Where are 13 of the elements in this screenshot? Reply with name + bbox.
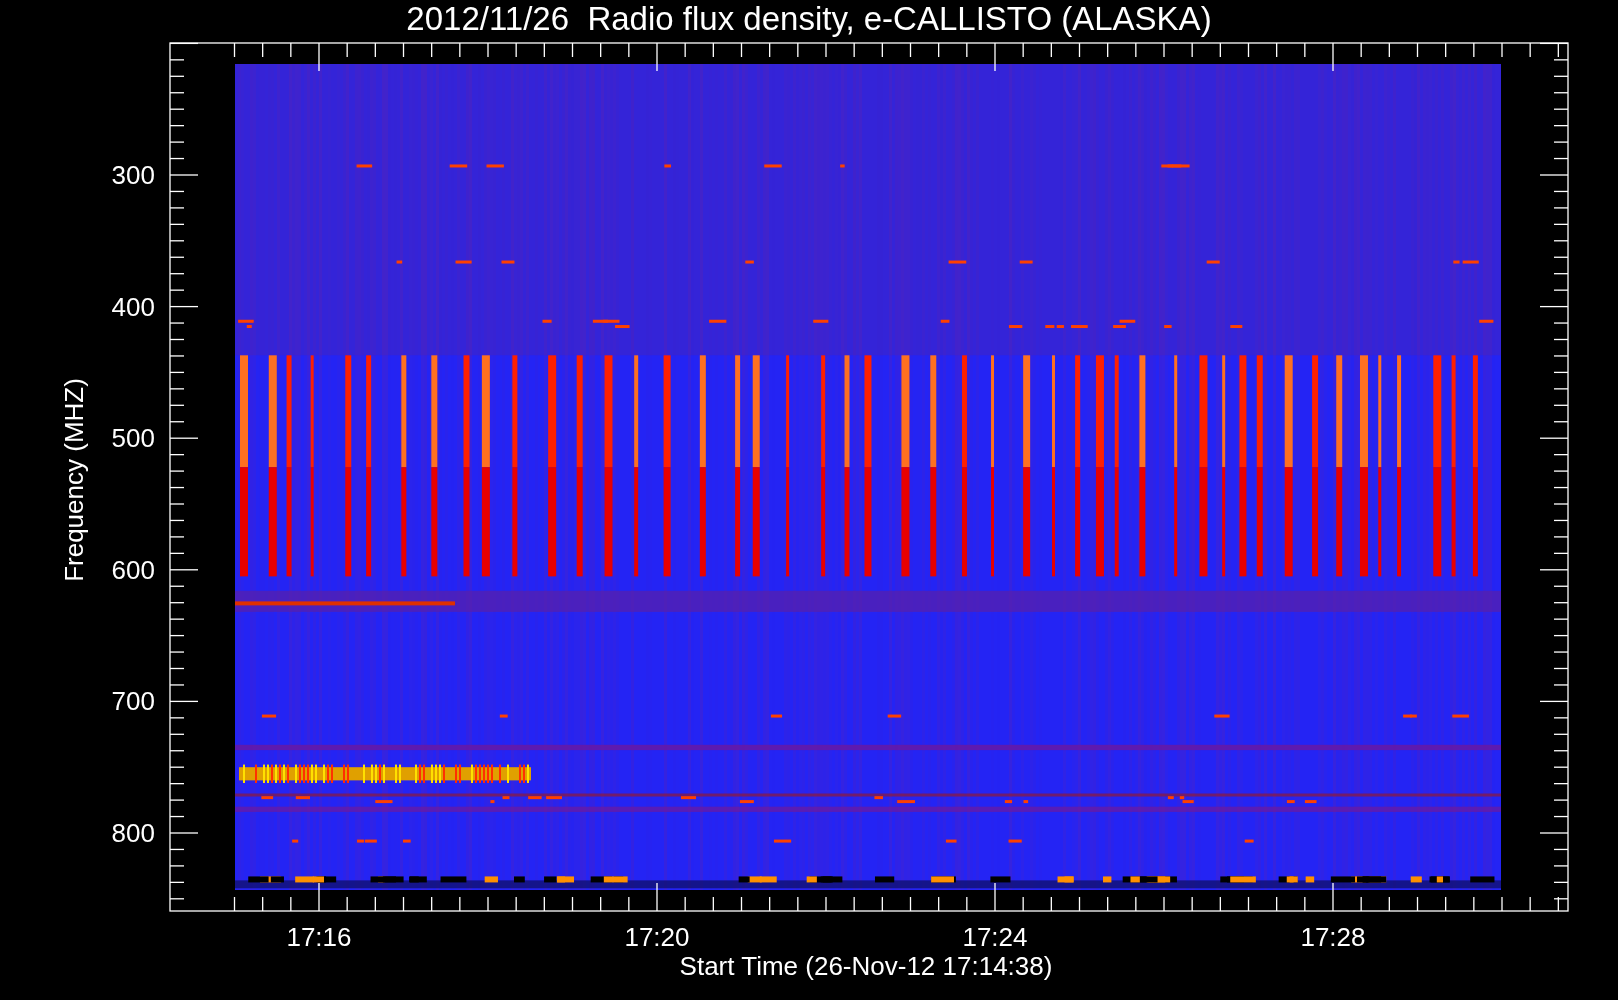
y-tick-label: 300	[111, 160, 155, 190]
y-tick-label: 600	[111, 554, 155, 585]
chart-title: 2012/11/26 Radio flux density, e-CALLISTO (ALASKA)	[406, 0, 1212, 37]
y-axis-title: Frequency (MHZ)	[59, 378, 89, 582]
y-tick-label: 400	[111, 291, 155, 322]
x-tick-label: 17:16	[286, 922, 352, 952]
x-tick-label: 17:28	[1300, 922, 1366, 952]
x-axis-title: Start Time (26-Nov-12 17:14:38)	[679, 951, 1053, 981]
x-tick-label: 17:20	[624, 922, 690, 952]
y-tick-label: 500	[111, 423, 155, 454]
x-tick-label: 17:24	[962, 922, 1028, 952]
y-tick-label: 700	[111, 686, 155, 717]
y-tick-label: 800	[111, 818, 155, 848]
